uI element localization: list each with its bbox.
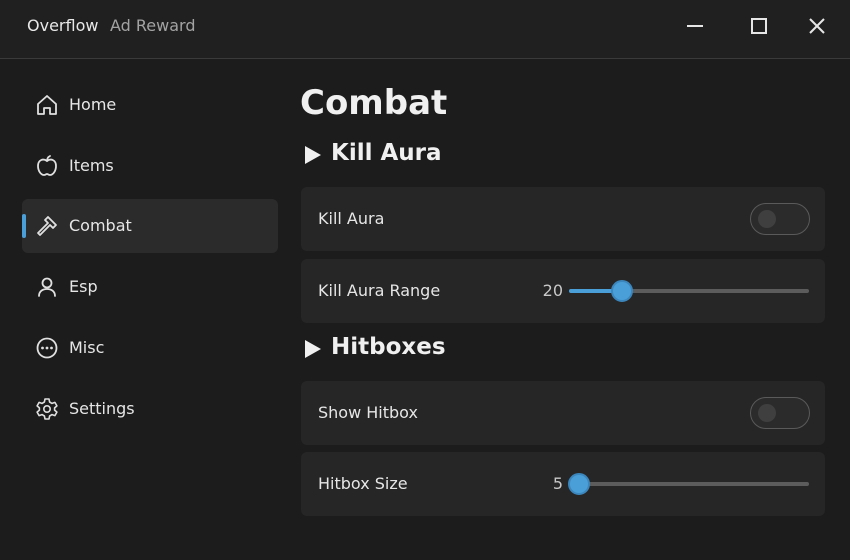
sidebar-item-label: Misc — [69, 338, 105, 357]
gear-icon — [36, 398, 58, 420]
close-icon — [809, 18, 825, 34]
kill-aura-toggle[interactable] — [750, 203, 810, 235]
page-title: Combat — [300, 83, 448, 123]
setting-label: Hitbox Size — [318, 474, 408, 493]
section-title: Hitboxes — [331, 334, 446, 360]
slider-thumb[interactable] — [568, 473, 590, 495]
setting-label: Show Hitbox — [318, 403, 418, 422]
setting-label: Kill Aura — [318, 209, 385, 228]
slider-value: 5 — [552, 474, 563, 493]
triangle-right-icon — [305, 340, 321, 358]
toggle-knob — [758, 404, 776, 422]
apple-icon — [37, 155, 57, 176]
maximize-button[interactable] — [739, 8, 779, 44]
hitbox-size-slider[interactable] — [568, 473, 809, 495]
sidebar-item-label: Settings — [69, 399, 135, 418]
sidebar-item-settings[interactable]: Settings — [22, 382, 278, 436]
slider-thumb[interactable] — [611, 280, 633, 302]
section-title: Kill Aura — [331, 140, 442, 166]
slider-value: 20 — [542, 281, 563, 300]
setting-row-show-hitbox: Show Hitbox — [301, 381, 825, 445]
app-window: Overflow Ad Reward Home Items Combat Esp… — [0, 0, 850, 560]
sidebar-item-home[interactable]: Home — [22, 78, 278, 132]
user-icon — [38, 277, 56, 297]
sidebar: Home Items Combat Esp Misc Settings — [0, 59, 290, 560]
sidebar-item-label: Esp — [69, 277, 98, 296]
setting-row-hitbox-size: Hitbox Size 5 — [301, 452, 825, 516]
hammer-icon — [37, 216, 57, 236]
app-title: Overflow — [27, 16, 99, 35]
toggle-knob — [758, 210, 776, 228]
more-icon — [36, 337, 58, 359]
triangle-right-icon — [305, 146, 321, 164]
setting-row-kill-aura-range: Kill Aura Range 20 — [301, 259, 825, 323]
maximize-icon — [751, 18, 767, 34]
setting-row-kill-aura: Kill Aura — [301, 187, 825, 251]
kill-aura-range-slider[interactable] — [569, 280, 809, 302]
sidebar-item-label: Home — [69, 95, 117, 114]
home-icon — [37, 95, 57, 115]
app-subtitle: Ad Reward — [110, 16, 196, 35]
sidebar-item-esp[interactable]: Esp — [22, 260, 278, 314]
active-indicator — [22, 214, 26, 238]
show-hitbox-toggle[interactable] — [750, 397, 810, 429]
minimize-icon — [687, 25, 703, 27]
sidebar-item-misc[interactable]: Misc — [22, 321, 278, 375]
sidebar-item-items[interactable]: Items — [22, 139, 278, 193]
sidebar-item-combat[interactable]: Combat — [22, 199, 278, 253]
minimize-button[interactable] — [675, 8, 715, 44]
close-button[interactable] — [797, 8, 837, 44]
sidebar-item-label: Items — [69, 156, 114, 175]
sidebar-item-label: Combat — [69, 216, 132, 235]
title-bar: Overflow Ad Reward — [0, 0, 850, 59]
setting-label: Kill Aura Range — [318, 281, 441, 300]
